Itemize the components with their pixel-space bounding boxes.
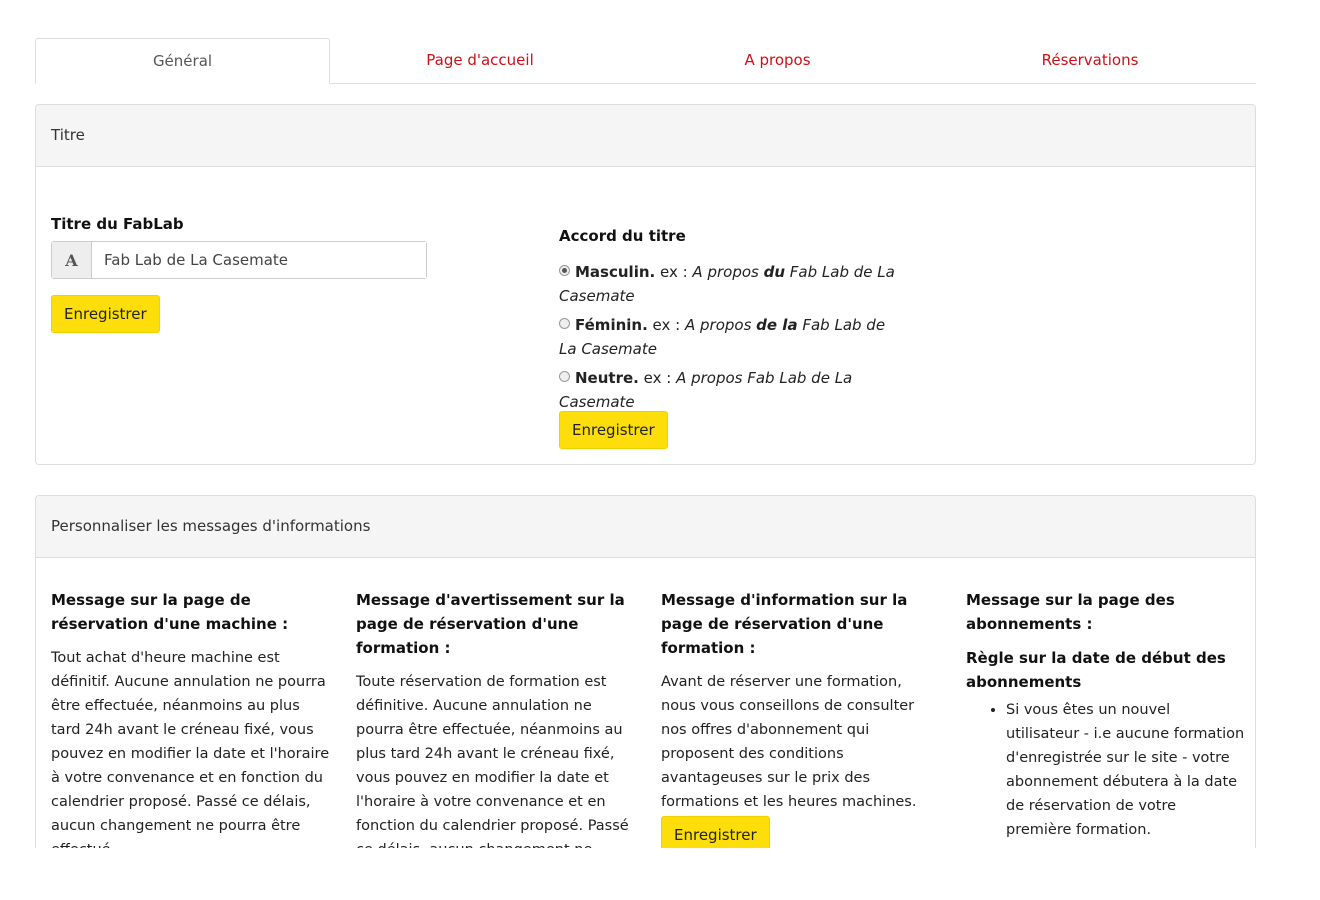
subscriptions-rule-subtitle: Règle sur la date de début des abonnemen… [966, 649, 1226, 691]
option-feminine-name: Féminin. [575, 316, 648, 334]
title-panel: Titre Titre du FabLab A Enregistrer Acco… [35, 104, 1256, 465]
title-panel-heading: Titre [36, 105, 1255, 167]
option-neutral[interactable]: Neutre. ex : A propos Fab Lab de La Case… [559, 366, 904, 414]
save-training-info-button[interactable]: Enregistrer [661, 816, 770, 848]
tab-about[interactable]: A propos [630, 38, 925, 84]
training-warning-message: Message d'avertissement sur la page de r… [356, 588, 636, 848]
fablab-title-input[interactable] [92, 242, 426, 278]
option-feminine-example-pre: A propos [684, 316, 757, 334]
title-agreement-label: Accord du titre [559, 227, 686, 245]
subscriptions-rule-list[interactable]: Si vous êtes un nouvel utilisateur - i.e… [966, 698, 1246, 842]
subscriptions-message: Message sur la page des abonnements : Rè… [966, 588, 1246, 842]
save-agreement-button[interactable]: Enregistrer [559, 411, 668, 449]
tab-general[interactable]: Général [35, 38, 330, 84]
fablab-title-input-group: A [51, 241, 427, 279]
machine-message-title: Message sur la page de réservation d'une… [51, 591, 289, 633]
save-title-button[interactable]: Enregistrer [51, 295, 160, 333]
radio-unchecked-icon[interactable] [559, 371, 570, 382]
settings-tabs: Général Page d'accueil A propos Réservat… [35, 38, 1256, 84]
radio-checked-icon[interactable] [559, 265, 570, 276]
option-masculine-example-pre: A propos [692, 263, 764, 281]
training-warning-text[interactable]: Toute réservation de formation est défin… [356, 670, 636, 848]
messages-panel-heading: Personnaliser les messages d'information… [36, 496, 1255, 558]
training-warning-title: Message d'avertissement sur la page de r… [356, 591, 625, 657]
fablab-title-label: Titre du FabLab [51, 215, 184, 233]
machine-reservation-message: Message sur la page de réservation d'une… [51, 588, 331, 848]
option-masculine[interactable]: Masculin. ex : A propos du Fab Lab de La… [559, 260, 904, 308]
training-info-title: Message d'information sur la page de rés… [661, 591, 908, 657]
option-masculine-article: du [763, 263, 786, 281]
tab-reservations[interactable]: Réservations [925, 38, 1255, 84]
option-feminine[interactable]: Féminin. ex : A propos de la Fab Lab de … [559, 313, 904, 361]
option-feminine-ex: ex : [647, 316, 685, 334]
subscriptions-message-title: Message sur la page des abonnements : [966, 591, 1175, 633]
text-format-icon: A [52, 242, 92, 278]
training-info-text[interactable]: Avant de réserver une formation, nous vo… [661, 670, 941, 814]
page-viewport: Général Page d'accueil A propos Réservat… [0, 0, 1320, 848]
messages-panel: Personnaliser les messages d'information… [35, 495, 1256, 848]
title-agreement-options: Masculin. ex : A propos du Fab Lab de La… [559, 260, 904, 414]
training-info-message: Message d'information sur la page de rés… [661, 588, 941, 848]
option-masculine-name: Masculin. [575, 263, 656, 281]
option-neutral-name: Neutre. [575, 369, 639, 387]
option-masculine-ex: ex : [655, 263, 693, 281]
machine-message-text[interactable]: Tout achat d'heure machine est définitif… [51, 646, 331, 848]
option-feminine-article: de la [756, 316, 798, 334]
option-neutral-ex: ex : [638, 369, 677, 387]
tab-home-page[interactable]: Page d'accueil [330, 38, 630, 84]
radio-unchecked-icon[interactable] [559, 318, 570, 329]
subscriptions-rule-item: Si vous êtes un nouvel utilisateur - i.e… [1006, 698, 1246, 842]
